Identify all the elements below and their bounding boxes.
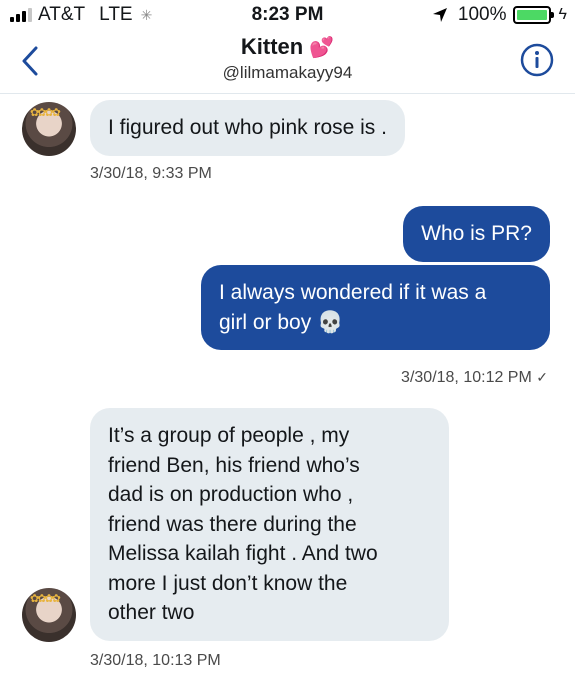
message-bubble-outgoing[interactable]: I always wondered if it was a girl or bo…	[201, 265, 550, 350]
avatar[interactable]: ✿✿✿✿	[22, 102, 76, 156]
message-timestamp: 3/30/18, 10:13 PM	[90, 652, 221, 669]
location-arrow-icon	[432, 8, 447, 22]
message-bubble-incoming[interactable]: It’s a group of people , my friend Ben, …	[90, 408, 449, 641]
conversation-header: Kitten 💕 @lilmamakayy94	[0, 30, 575, 94]
sent-check-icon: ✓	[536, 369, 548, 385]
skull-emoji-icon: 💀	[317, 310, 344, 334]
timestamp-text: 3/30/18, 10:12 PM	[401, 369, 532, 386]
message-text: Who is PR?	[421, 222, 532, 245]
message-text-line: friend Ben, his friend who’s	[108, 453, 360, 477]
message-text-line: I always wondered if it was a	[219, 281, 487, 304]
message-text-line: It’s a group of people , my	[108, 424, 350, 447]
user-handle: @lilmamakayy94	[222, 63, 353, 82]
message-text-line: girl or boy	[219, 310, 312, 334]
conversation-title: Kitten	[240, 34, 304, 59]
message-bubble-outgoing[interactable]: Who is PR?	[403, 206, 550, 262]
info-circle-icon[interactable]	[519, 42, 555, 78]
two-hearts-icon: 💕	[309, 36, 335, 59]
charging-bolt-icon: ϟ	[558, 6, 567, 23]
message-bubble-incoming[interactable]: I figured out who pink rose is .	[90, 100, 405, 156]
message-text: I figured out who pink rose is .	[108, 116, 387, 139]
message-text-line: other two	[108, 601, 195, 624]
status-bar: AT&T LTE ✳ 8:23 PM 100% ϟ	[0, 0, 575, 30]
message-text-line: friend was there during the	[108, 512, 357, 536]
message-text-line: more I just don’t know the	[108, 571, 348, 595]
battery-icon	[512, 6, 554, 24]
message-text-line: Melissa kailah fight . And two	[108, 542, 378, 565]
message-timestamp: 3/30/18, 9:33 PM	[90, 165, 212, 182]
battery-percent: 100%	[457, 4, 507, 25]
message-text-line: dad is on production who ,	[108, 483, 354, 506]
message-timestamp: 3/30/18, 10:12 PM ✓	[401, 369, 548, 387]
avatar[interactable]: ✿✿✿✿	[22, 588, 76, 642]
